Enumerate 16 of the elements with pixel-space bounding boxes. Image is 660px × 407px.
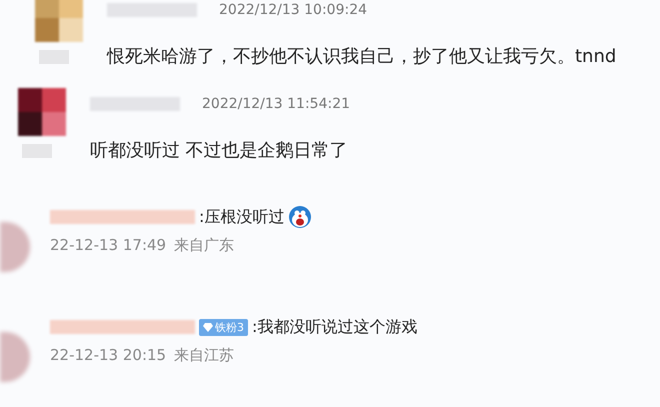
reply-text: :压根没听过 bbox=[199, 206, 284, 228]
reply-text: :我都没听说过这个游戏 bbox=[252, 316, 418, 338]
avatar[interactable] bbox=[18, 88, 66, 136]
blurred-username[interactable] bbox=[50, 210, 195, 224]
diamond-icon bbox=[203, 322, 213, 332]
comment-time: 2022/12/13 10:09:24 bbox=[219, 2, 368, 18]
cartoon-face-icon bbox=[288, 205, 312, 229]
comment-text: 恨死米哈游了，不抄他不认识我自己，抄了他又让我亏欠。tnnd bbox=[107, 45, 616, 68]
reply-location: 来自江苏 bbox=[174, 346, 234, 365]
reply-time: 22-12-13 17:49 bbox=[50, 236, 166, 255]
reply-time: 22-12-13 20:15 bbox=[50, 346, 166, 365]
comment-time: 2022/12/13 11:54:21 bbox=[202, 96, 350, 112]
blurred-username[interactable] bbox=[50, 320, 195, 334]
comment-text: 听都没听过 不过也是企鹅日常了 bbox=[90, 139, 349, 162]
reply-location: 来自广东 bbox=[174, 236, 234, 255]
badge-label: 铁粉3 bbox=[215, 320, 244, 334]
